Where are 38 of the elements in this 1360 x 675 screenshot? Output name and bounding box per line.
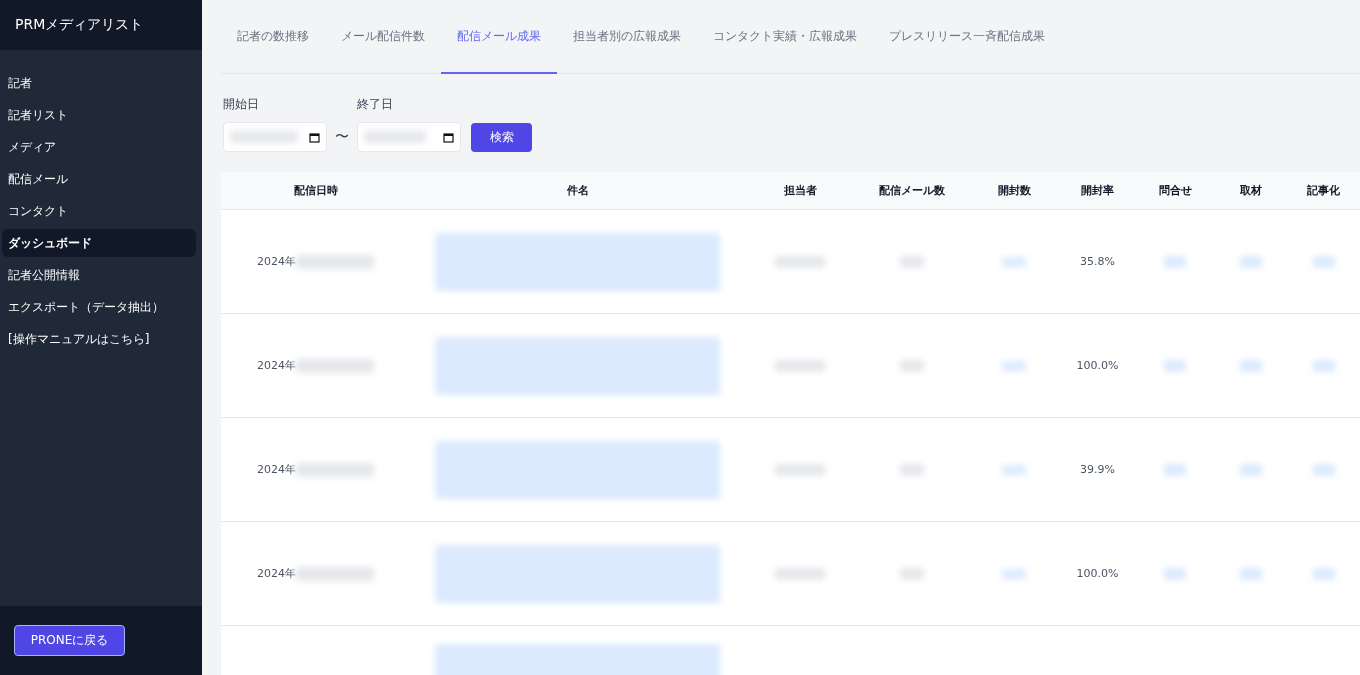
column-header: 担当者 — [782, 183, 818, 199]
sidebar-item[interactable]: メディア — [2, 133, 196, 161]
sidebar-item[interactable]: 記者 — [2, 69, 196, 97]
table-cell-text: 100.0% — [1075, 358, 1120, 374]
field-label: 開始日 — [223, 96, 260, 113]
column-header: 開封率 — [1080, 183, 1115, 199]
column-header: 取材 — [1239, 183, 1263, 199]
sidebar-item[interactable]: 記者リスト — [2, 101, 196, 129]
table-cell-text: 100.0% — [1075, 566, 1120, 582]
tab[interactable]: 記者の数推移 — [221, 0, 325, 74]
search-button[interactable]: 検索 — [471, 123, 532, 152]
column-header: 記事化 — [1306, 183, 1341, 199]
tab[interactable]: 担当者別の広報成果 — [557, 0, 697, 74]
table-cell-text: 39.9% — [1079, 462, 1116, 478]
table-cell-text: 35.8% — [1079, 254, 1116, 270]
tab[interactable]: コンタクト実績・広報成果 — [697, 0, 873, 74]
field-label: 終了日 — [357, 96, 394, 113]
sidebar-item[interactable]: エクスポート（データ抽出） — [2, 293, 196, 321]
column-header: 開封数 — [996, 183, 1032, 199]
sidebar-item[interactable]: [操作マニュアルはこちら] — [2, 325, 196, 353]
column-header: 配信日時 — [292, 183, 339, 199]
sidebar-item[interactable]: ダッシュボード — [2, 229, 196, 257]
table-cell: 2024年 — [257, 254, 296, 269]
sidebar-item[interactable]: 記者公開情報 — [2, 261, 196, 289]
table-cell: 2024年 — [257, 358, 296, 373]
back-button[interactable]: PRONEに戻る — [14, 625, 125, 656]
sidebar-item[interactable]: 配信メール — [2, 165, 196, 193]
column-header: 件名 — [565, 183, 590, 199]
tab[interactable]: プレスリリース一斉配信成果 — [873, 0, 1061, 74]
range-separator: 〜 — [335, 128, 349, 146]
table-cell: 2024年 — [257, 566, 296, 581]
sidebar-item[interactable]: コンタクト — [2, 197, 196, 225]
column-header: 問合せ — [1157, 183, 1193, 199]
column-header: 配信メール数 — [877, 183, 946, 199]
tab[interactable]: 配信メール成果 — [441, 0, 557, 74]
table-cell: 2024年 — [257, 462, 296, 477]
app-title: PRMメディアリスト — [0, 0, 202, 50]
tab[interactable]: メール配信件数 — [325, 0, 441, 74]
